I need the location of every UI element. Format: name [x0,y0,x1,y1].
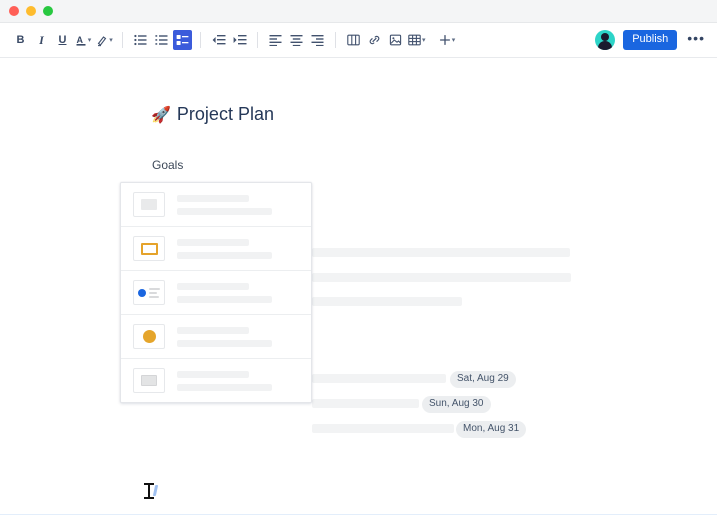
svg-text:A: A [76,35,83,45]
document-canvas[interactable]: 🚀 Project Plan Goals Sat, Aug 29 Sun, Aug… [0,58,717,520]
toolbar-divider [335,32,336,48]
toolbar-group-indent [208,30,250,50]
chevron-down-icon[interactable]: ▾ [452,37,456,44]
image-icon[interactable] [386,30,405,50]
window-titlebar [0,0,717,23]
numbered-list-icon[interactable] [152,30,171,50]
align-left-icon[interactable] [266,30,285,50]
placeholder-image-icon [133,192,165,217]
skeleton-line [312,273,571,282]
toolbar-divider [122,32,123,48]
pie-chart-icon [133,324,165,349]
italic-icon[interactable]: I [32,30,51,50]
page-title: 🚀 Project Plan [151,104,274,125]
rocket-icon: 🚀 [151,107,171,124]
toolbar-divider [257,32,258,48]
page-title-text: Project Plan [176,104,274,124]
toolbar-group-more-insert: ▾ [437,30,458,50]
publish-button[interactable]: Publish [623,30,678,50]
chevron-down-icon[interactable]: ▾ [422,37,426,44]
text-color-icon[interactable]: A ▾ [74,30,93,50]
toolbar-group-text-format: B I U A ▾ ▾ [10,30,115,50]
menu-item[interactable] [121,183,311,227]
link-icon[interactable] [365,30,384,50]
bold-icon[interactable]: B [11,30,30,50]
menu-item[interactable] [121,359,311,402]
legend-chart-icon [133,280,165,305]
more-options-icon[interactable]: ••• [685,31,707,49]
skeleton-line [312,248,570,257]
app-window: B I U A ▾ ▾ ▾ ▾ Publish ••• 🚀 Project Pl… [0,0,717,520]
align-right-icon[interactable] [308,30,327,50]
toolbar-divider [200,32,201,48]
user-avatar[interactable] [595,30,616,50]
skeleton-line [312,424,454,433]
date-badge[interactable]: Sat, Aug 29 [450,371,516,388]
menu-item[interactable] [121,271,311,315]
chevron-down-icon[interactable]: ▾ [88,37,92,44]
framed-image-icon [133,236,165,261]
text-cursor [143,482,159,500]
chevron-down-icon[interactable]: ▾ [109,37,113,44]
skeleton-line [312,297,462,306]
menu-item[interactable] [121,227,311,271]
layout-columns-icon[interactable] [344,30,363,50]
date-badge[interactable]: Mon, Aug 31 [456,421,527,438]
avatar-head [601,33,610,41]
menu-item-text-placeholder [177,194,299,215]
table-icon[interactable]: ▾ [407,30,427,50]
indent-icon[interactable] [230,30,249,50]
outdent-icon[interactable] [209,30,228,50]
toolbar-right-actions: Publish ••• [595,30,707,50]
traffic-light-controls [9,6,53,16]
zoom-window-icon[interactable] [43,6,53,16]
plus-icon[interactable]: ▾ [438,30,457,50]
grey-card-icon [133,368,165,393]
date-badge[interactable]: Sun, Aug 30 [422,396,491,413]
checklist-icon[interactable] [173,30,192,50]
highlight-icon[interactable]: ▾ [95,30,114,50]
toolbar-group-insert: ▾ [343,30,428,50]
avatar-body [598,41,613,50]
align-center-icon[interactable] [287,30,306,50]
underline-icon[interactable]: U [53,30,72,50]
menu-item-text-placeholder [177,370,299,391]
close-window-icon[interactable] [9,6,19,16]
menu-item-text-placeholder [177,238,299,259]
menu-item[interactable] [121,315,311,359]
toolbar-group-lists [130,30,193,50]
toolbar-group-alignment [265,30,328,50]
menu-item-text-placeholder [177,326,299,347]
document-body: 🚀 Project Plan Goals Sat, Aug 29 Sun, Aug… [0,58,717,520]
block-insert-menu[interactable] [120,182,312,403]
editor-toolbar: B I U A ▾ ▾ ▾ ▾ Publish ••• [0,23,717,58]
skeleton-line [312,374,446,383]
skeleton-line [312,399,419,408]
minimize-window-icon[interactable] [26,6,36,16]
menu-item-text-placeholder [177,282,299,303]
bulleted-list-icon[interactable] [131,30,150,50]
section-heading: Goals [152,158,184,172]
bottom-divider [0,514,717,515]
